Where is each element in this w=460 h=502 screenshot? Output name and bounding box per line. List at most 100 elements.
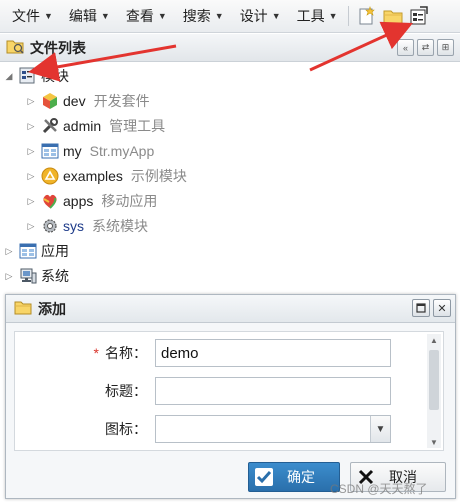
title-input[interactable] [155,377,391,405]
menu-file[interactable]: 文件 ▼ [4,3,61,29]
scroll-thumb[interactable] [429,350,439,410]
title-label: 标题： [105,383,147,399]
apps-icon [40,191,60,211]
properties-icon[interactable] [407,4,431,28]
collapsed-arrow-icon[interactable]: ▷ [26,121,36,132]
tree-node-name: admin [63,118,102,134]
collapsed-arrow-icon[interactable]: ▷ [26,221,36,232]
chevron-down-icon: ▼ [157,11,167,21]
tree-node-desc: 开发套件 [93,93,150,109]
tree-node-desc: 管理工具 [109,118,166,134]
modules-icon [18,66,38,86]
watermark: CSDN @天天熬了 [330,482,428,496]
open-folder-icon[interactable] [381,4,405,28]
form-row-icon: 图标： ▼ [15,414,391,444]
new-file-icon[interactable] [355,4,379,28]
dialog-tools: ✕ [412,299,451,317]
chevron-down-icon: ▼ [328,11,338,21]
icon-label: 图标： [105,421,147,437]
icon-select[interactable]: ▼ [155,415,391,443]
folder-icon [6,38,24,57]
gear-icon [40,216,60,236]
collapse-all-icon[interactable]: « [397,39,414,56]
ok-button-label: 确定 [287,469,315,485]
check-icon [251,463,277,491]
tree-node-desc: 系统模块 [92,218,148,234]
dialog-header[interactable]: 添加 ✕ [6,295,455,323]
maximize-icon[interactable] [412,299,430,317]
tree-node-admin[interactable]: ▷ admin 管理工具 [26,114,165,138]
name-input[interactable] [155,339,391,367]
collapsed-arrow-icon[interactable]: ▷ [4,246,14,257]
dialog-form: * 名称： 标题： 图标： ▼ ▲ ▼ [14,331,444,451]
menu-separator [347,6,349,26]
ok-button[interactable]: 确定 [248,462,340,492]
tree-node-system[interactable]: ▷ 系统 [4,264,69,288]
required-mark: * [93,345,99,361]
tree-node-application[interactable]: ▷ 应用 [4,239,69,263]
menu-search[interactable]: 搜索 ▼ [175,3,232,29]
tree-node-my[interactable]: ▷ my Str.myApp [26,139,155,163]
collapsed-arrow-icon[interactable]: ▷ [4,271,14,282]
tree-node-name: 系统 [41,268,69,284]
tree-node-name: dev [63,93,86,109]
close-icon[interactable]: ✕ [433,299,451,317]
refresh-icon[interactable]: ⇄ [417,39,434,56]
scroll-up-icon[interactable]: ▲ [427,334,441,346]
tree-node-dev[interactable]: ▷ dev 开发套件 [26,89,150,113]
menu-bar: 文件 ▼ 编辑 ▼ 查看 ▼ 搜索 ▼ 设计 ▼ 工具 ▼ [0,0,460,33]
menu-edit-label: 编辑 [68,8,97,24]
menu-design-label: 设计 [239,8,268,24]
tree-node-modules[interactable]: ◢ 模块 [4,64,69,88]
tree-node-apps[interactable]: ▷ apps 移动应用 [26,189,158,213]
tree-node-name: sys [63,218,84,234]
file-list-panel-header: 文件列表 « ⇄ ⊞ [0,34,460,62]
menu-edit[interactable]: 编辑 ▼ [61,3,118,29]
tree-node-examples[interactable]: ▷ examples 示例模块 [26,164,187,188]
menu-view-label: 查看 [125,8,154,24]
panel-title: 文件列表 [30,39,86,56]
tree-node-name: apps [63,193,94,209]
tools-icon [40,116,60,136]
expanded-arrow-icon[interactable]: ◢ [4,71,14,82]
chevron-down-icon: ▼ [214,11,224,21]
tree-node-name: 应用 [41,243,69,259]
chevron-down-icon: ▼ [44,11,53,21]
system-icon [18,266,38,286]
panel-tools: « ⇄ ⊞ [397,39,454,56]
folder-icon [14,299,32,318]
collapsed-arrow-icon[interactable]: ▷ [26,146,36,157]
form-scrollbar[interactable]: ▲ ▼ [427,334,441,448]
examples-icon [40,166,60,186]
application-icon [18,241,38,261]
chevron-down-icon: ▼ [271,11,281,21]
chevron-down-icon[interactable]: ▼ [370,416,390,442]
tree-node-sys[interactable]: ▷ sys 系统模块 [26,214,148,238]
tree-node-desc: 示例模块 [130,168,187,184]
menu-search-label: 搜索 [182,8,211,24]
collapsed-arrow-icon[interactable]: ▷ [26,196,36,207]
scroll-down-icon[interactable]: ▼ [427,436,441,448]
collapsed-arrow-icon[interactable]: ▷ [26,96,36,107]
add-dialog: 添加 ✕ * 名称： 标题： 图标： ▼ ▲ ▼ [5,294,456,499]
menu-tools[interactable]: 工具 ▼ [289,3,346,29]
link-icon[interactable]: ⊞ [437,39,454,56]
form-row-name: * 名称： [15,338,391,368]
menu-view[interactable]: 查看 ▼ [118,3,175,29]
collapsed-arrow-icon[interactable]: ▷ [26,171,36,182]
cube-icon [40,91,60,111]
dialog-title: 添加 [38,300,66,317]
tree-node-name: my [63,143,82,159]
name-label: * 名称： [15,343,155,363]
menu-file-label: 文件 [12,8,40,24]
tree-node-desc: Str.myApp [89,143,155,159]
chevron-down-icon: ▼ [100,11,110,21]
tree-root-label: 模块 [41,68,69,84]
menu-design[interactable]: 设计 ▼ [232,3,289,29]
name-label-text: 名称： [105,345,147,361]
window-icon [40,141,60,161]
menu-tools-label: 工具 [296,8,325,24]
form-row-title: 标题： [15,376,391,406]
tree-node-desc: 移动应用 [101,193,158,209]
tree-node-name: examples [63,168,123,184]
